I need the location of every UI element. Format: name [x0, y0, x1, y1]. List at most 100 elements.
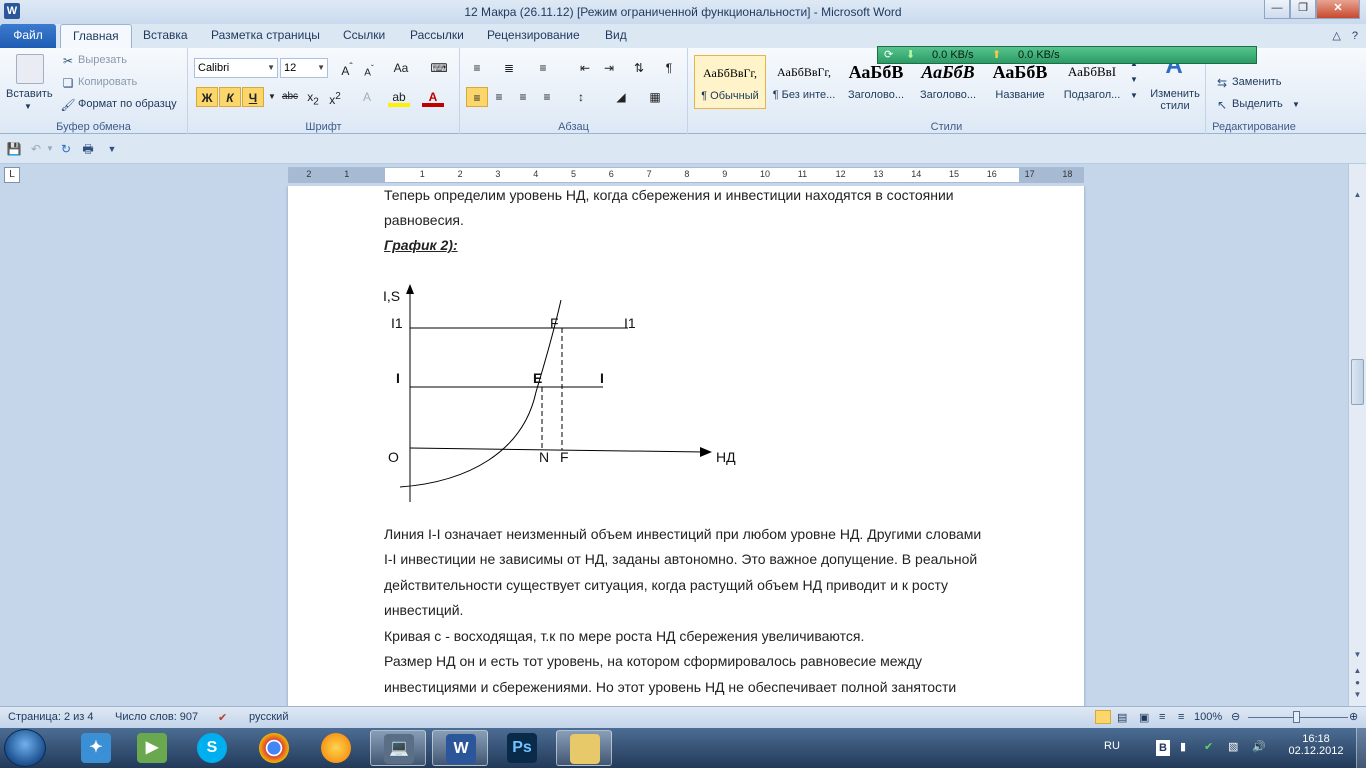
power-icon[interactable]: ▧	[1228, 740, 1238, 768]
font-size-combo[interactable]: 12 ▼	[280, 58, 328, 78]
select-arrow-icon[interactable]: ↖	[1214, 97, 1230, 113]
taskbar-app-chrome[interactable]	[246, 730, 302, 766]
show-formatting-marks-icon[interactable]: ¶	[658, 58, 680, 78]
word-count[interactable]: Число слов: 907	[115, 711, 198, 723]
paste-button[interactable]: Вставить	[6, 88, 53, 100]
multilevel-list-icon[interactable]: ≡	[532, 58, 554, 78]
language-indicator[interactable]: русский	[249, 711, 288, 723]
strikethrough-button[interactable]: abc	[279, 87, 301, 107]
highlight-color-icon[interactable]: ab	[388, 87, 410, 107]
taskbar-app-computer[interactable]: 💻	[370, 730, 426, 766]
taskbar-app-photoshop[interactable]: Ps	[494, 730, 550, 766]
scroll-thumb[interactable]	[1351, 359, 1364, 405]
copy-icon[interactable]: ❏	[60, 75, 76, 91]
replace-button[interactable]: Заменить	[1232, 76, 1281, 88]
style-normal[interactable]: АаБбВвГг, ¶ Обычный	[694, 55, 766, 109]
page-indicator[interactable]: Страница: 2 из 4	[8, 711, 94, 723]
tab-selector-icon[interactable]: L	[4, 167, 20, 183]
tab-mailings[interactable]: Рассылки	[398, 24, 476, 48]
next-page-icon[interactable]: ▼	[1351, 688, 1364, 702]
horizontal-ruler[interactable]: 2 1 1 2 3 4 5 6 7 8 9 10 11 12 13 14 15 16 17 18	[288, 167, 1084, 183]
shrink-font-icon[interactable]: Aˇ	[358, 58, 380, 78]
tab-view[interactable]: Вид	[593, 24, 639, 48]
redo-icon[interactable]: ↻	[58, 141, 74, 157]
subscript-icon[interactable]: x2	[302, 87, 324, 107]
decrease-indent-icon[interactable]: ⇤	[574, 58, 596, 78]
close-button[interactable]: ✕	[1316, 0, 1360, 19]
minimize-button[interactable]: —	[1264, 0, 1290, 19]
zoom-in-icon[interactable]: ⊕	[1349, 710, 1358, 723]
font-name-combo[interactable]: Calibri ▼	[194, 58, 278, 78]
tray-app-icon[interactable]: ✔	[1204, 740, 1213, 768]
chevron-down-icon[interactable]: ▼	[317, 59, 325, 77]
zoom-level[interactable]: 100%	[1194, 711, 1222, 723]
refresh-icon[interactable]: ⟳	[884, 47, 893, 63]
tab-file[interactable]: Файл	[0, 24, 56, 48]
help-icon[interactable]: ?	[1352, 30, 1358, 42]
save-icon[interactable]: 💾	[6, 141, 22, 157]
undo-dropdown-icon[interactable]: ▼	[42, 141, 58, 157]
tab-insert[interactable]: Вставка	[131, 24, 200, 48]
change-styles-button[interactable]: Изменить стили	[1147, 88, 1203, 112]
cut-icon[interactable]: ✂	[60, 53, 76, 69]
underline-button[interactable]: Ч	[242, 87, 264, 107]
style-no-spacing[interactable]: АаБбВвГг, ¶ Без инте...	[768, 55, 840, 109]
format-painter-button[interactable]: Формат по образцу	[78, 98, 177, 110]
grow-font-icon[interactable]: Aˆ	[336, 58, 358, 78]
scroll-down-icon[interactable]: ▼	[1351, 648, 1364, 662]
copy-button[interactable]: Копировать	[78, 76, 137, 88]
paste-icon[interactable]	[16, 54, 44, 84]
font-color-icon[interactable]: A	[422, 87, 444, 107]
tab-home[interactable]: Главная	[60, 24, 132, 48]
outline-view-icon[interactable]: ≡	[1159, 711, 1165, 723]
tab-page-layout[interactable]: Разметка страницы	[199, 24, 332, 48]
zoom-out-icon[interactable]: ⊖	[1231, 710, 1240, 723]
chevron-down-icon[interactable]: ▼	[267, 59, 275, 77]
tab-review[interactable]: Рецензирование	[475, 24, 592, 48]
underline-dropdown-icon[interactable]: ▼	[266, 87, 278, 107]
bullets-icon[interactable]: ≡	[466, 58, 488, 78]
minimize-ribbon-icon[interactable]: △	[1332, 30, 1340, 42]
chevron-down-icon[interactable]: ▼	[1292, 100, 1300, 109]
full-screen-view-icon[interactable]: ▤	[1117, 711, 1127, 724]
superscript-icon[interactable]: x2	[324, 87, 346, 107]
select-button[interactable]: Выделить	[1232, 98, 1283, 110]
keyboard-language[interactable]: RU	[1104, 740, 1120, 768]
network-signal-icon[interactable]: ▮	[1180, 740, 1186, 768]
scroll-up-icon[interactable]: ▲	[1351, 188, 1364, 202]
line-spacing-icon[interactable]: ↕	[570, 87, 592, 107]
format-painter-icon[interactable]: 🖌	[60, 97, 76, 113]
align-left-icon[interactable]: ≡	[466, 87, 488, 107]
zoom-slider-thumb[interactable]	[1293, 711, 1300, 723]
web-layout-view-icon[interactable]: ▣	[1139, 711, 1149, 724]
volume-icon[interactable]: 🔊	[1252, 740, 1266, 768]
show-desktop-button[interactable]	[1356, 728, 1366, 768]
paste-dropdown-icon[interactable]: ▼	[24, 102, 32, 111]
justify-icon[interactable]: ≡	[536, 87, 558, 107]
spelling-check-icon[interactable]: ✔	[218, 711, 227, 724]
print-layout-view-icon[interactable]	[1095, 710, 1111, 724]
taskbar-app-word[interactable]: W	[432, 730, 488, 766]
taskbar-app-mail[interactable]: ✦	[68, 730, 124, 766]
draft-view-icon[interactable]: ≡	[1178, 711, 1184, 723]
document-page[interactable]: Теперь определим уровень НД, когда сбере…	[288, 186, 1084, 706]
replace-icon[interactable]: ⇆	[1214, 75, 1230, 91]
sort-icon[interactable]: ⇅	[628, 58, 650, 78]
vertical-scrollbar[interactable]: ▲ ▼ ▲ ● ▼	[1348, 164, 1366, 706]
bold-button[interactable]: Ж	[196, 87, 218, 107]
cut-button[interactable]: Вырезать	[78, 54, 127, 66]
shading-icon[interactable]: ◢	[610, 87, 632, 107]
clear-formatting-icon[interactable]: ⌨	[428, 58, 450, 78]
numbering-icon[interactable]: ≣	[498, 58, 520, 78]
borders-icon[interactable]: ▦	[644, 87, 666, 107]
start-button[interactable]	[4, 729, 46, 767]
increase-indent-icon[interactable]: ⇥	[598, 58, 620, 78]
clock[interactable]: 16:18 02.12.2012	[1286, 733, 1346, 768]
print-icon[interactable]: 🖶	[80, 141, 96, 157]
change-case-icon[interactable]: Aa	[390, 58, 412, 78]
tab-references[interactable]: Ссылки	[331, 24, 397, 48]
customize-qat-icon[interactable]: ▼	[104, 141, 120, 157]
taskbar-app-skype[interactable]: S	[184, 730, 240, 766]
taskbar-app-media[interactable]	[308, 730, 364, 766]
tray-b-icon[interactable]: B	[1156, 740, 1170, 756]
